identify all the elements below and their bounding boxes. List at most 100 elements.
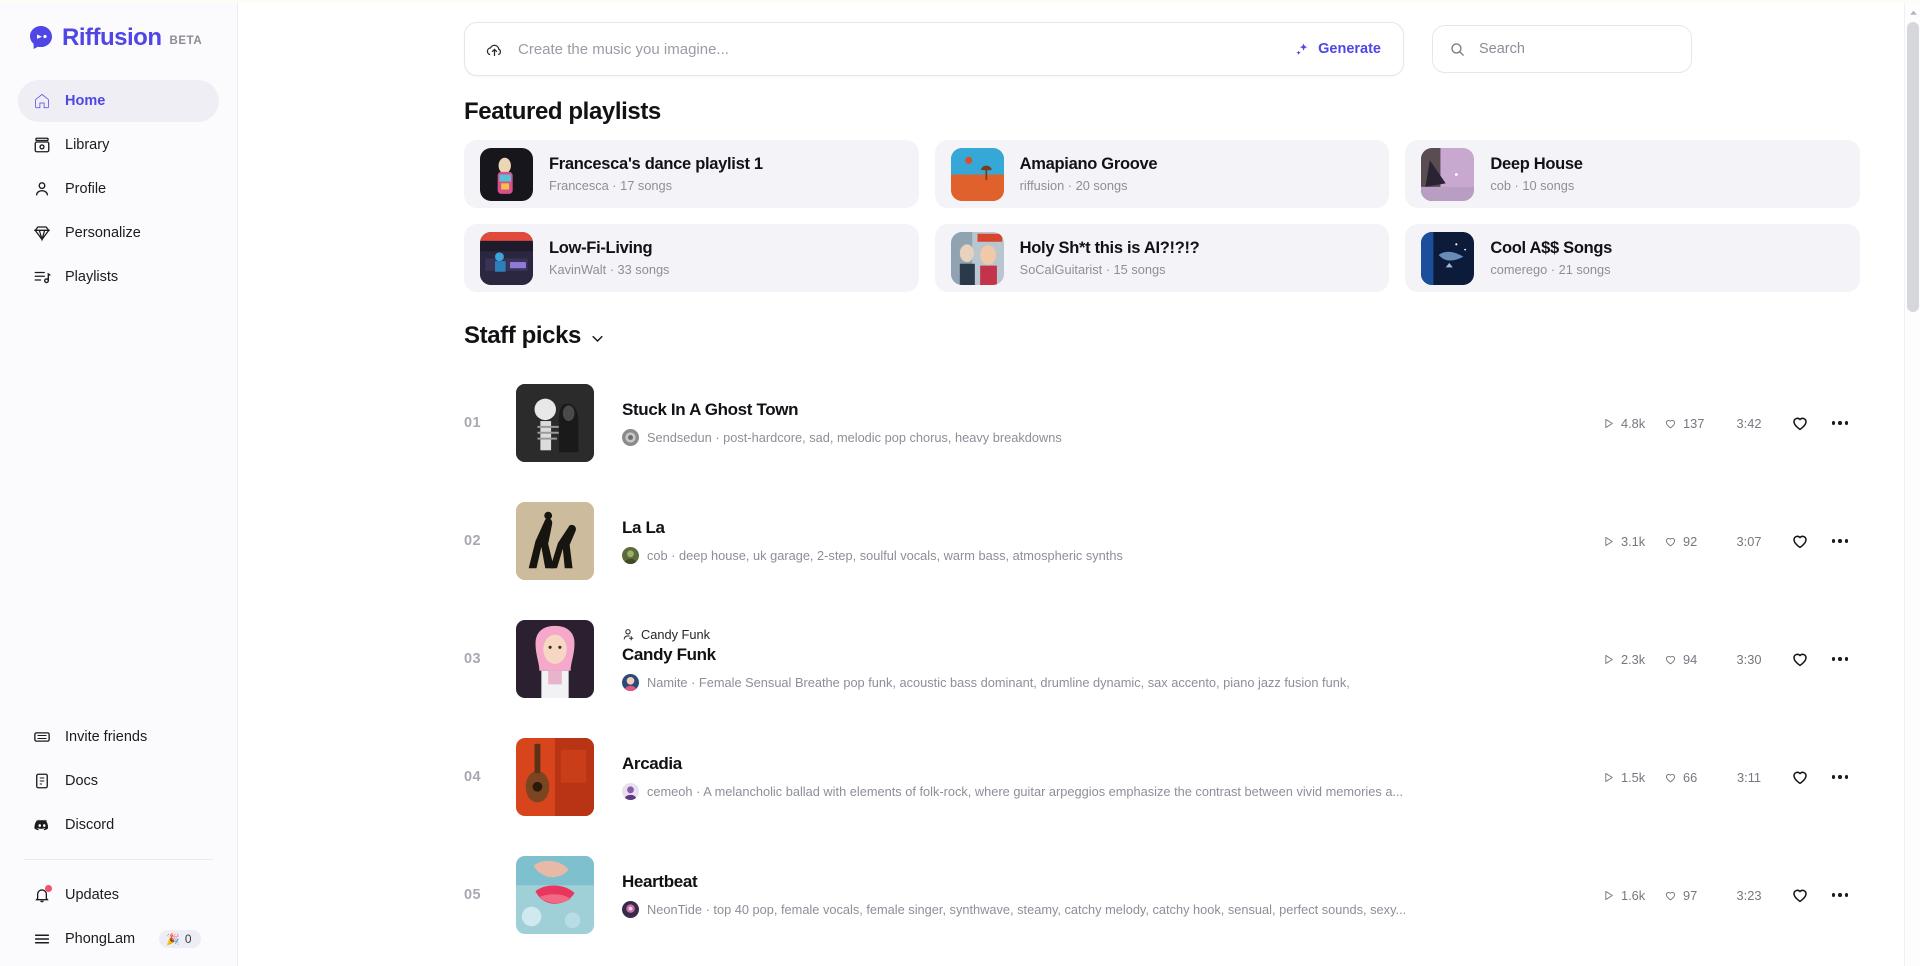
table-row[interactable]: 02 La La cob · deep house, uk garage, 2-… (464, 482, 1860, 600)
more-options-icon (1831, 657, 1849, 661)
table-row[interactable]: 01 Stuck In A Ghost Town Sendsedun · pos… (464, 364, 1860, 482)
credits-badge[interactable]: 🎉 0 (159, 930, 201, 948)
profile-icon (32, 180, 51, 199)
playlist-icon (32, 268, 51, 287)
track-actions: 1.5k 66 3:11 (1602, 757, 1860, 797)
sidebar-item-user[interactable]: PhongLam 🎉 0 (18, 918, 219, 960)
sidebar-item-home[interactable]: Home (18, 80, 219, 122)
play-icon (1605, 890, 1613, 900)
track-title: Arcadia (622, 754, 682, 773)
track-artwork[interactable] (516, 502, 594, 580)
sidebar-divider (24, 859, 213, 860)
track-duration: 3:11 (1737, 769, 1761, 785)
library-icon (32, 136, 51, 155)
track-artwork[interactable] (516, 856, 594, 934)
scrollbar-thumb[interactable] (1907, 22, 1919, 312)
sidebar-item-personalize[interactable]: Personalize (18, 212, 219, 254)
search-box[interactable] (1432, 25, 1692, 73)
track-meta: Sendsedun · post-hardcore, sad, melodic … (622, 429, 1576, 446)
sidebar-item-discord[interactable]: Discord (18, 804, 219, 846)
favorite-button[interactable] (1780, 403, 1820, 443)
prompt-input[interactable] (518, 40, 1291, 58)
sidebar-item-label: Library (65, 137, 110, 153)
track-number: 05 (464, 887, 481, 903)
track-artwork[interactable] (516, 738, 594, 816)
sidebar-item-library[interactable]: Library (18, 124, 219, 166)
track-meta-text: NeonTide · top 40 pop, female vocals, fe… (647, 902, 1407, 917)
track-meta: Namite · Female Sensual Breathe pop funk… (622, 674, 1576, 691)
heart-icon (1665, 537, 1676, 546)
heart-icon (1665, 773, 1676, 782)
play-count: 1.5k (1602, 770, 1664, 785)
more-options-button[interactable] (1820, 875, 1860, 915)
sidebar-item-label: Invite friends (65, 729, 148, 745)
playlist-artwork (1421, 231, 1475, 285)
playlist-card[interactable]: Low-Fi-Living KavinWalt · 33 songs (464, 224, 919, 292)
upload-cloud-icon (486, 44, 502, 56)
scroll-up-arrow[interactable] (1905, 5, 1920, 19)
playlist-card[interactable]: Holy Sh*t this is AI?!?!? SoCalGuitarist… (934, 224, 1390, 292)
play-count: 4.8k (1602, 416, 1664, 431)
sidebar-item-profile[interactable]: Profile (18, 168, 219, 210)
play-count: 1.6k (1602, 888, 1664, 903)
staff-picks-title: Staff picks (464, 322, 581, 349)
table-row[interactable]: 04 Arcadia cemeoh · A melancholic ballad… (464, 718, 1860, 836)
track-meta: NeonTide · top 40 pop, female vocals, fe… (622, 901, 1576, 918)
heart-icon (1665, 419, 1676, 428)
staff-picks-header[interactable]: Staff picks (464, 322, 1860, 350)
like-count: 94 (1664, 652, 1718, 667)
more-options-button[interactable] (1820, 757, 1860, 797)
more-options-icon (1831, 893, 1849, 897)
playlist-card[interactable]: Deep House cob · 10 songs (1405, 140, 1860, 208)
playlist-card[interactable]: Francesca's dance playlist 1 Francesca ·… (464, 140, 919, 208)
sidebar-item-updates[interactable]: Updates (18, 874, 219, 916)
chevron-down-icon[interactable] (590, 331, 605, 346)
playlist-card[interactable]: Amapiano Groove riffusion · 20 songs (934, 140, 1390, 208)
playlist-card[interactable]: Cool A$$ Songs comerego · 21 songs (1405, 224, 1860, 292)
sidebar-item-invite-friends[interactable]: Invite friends (18, 716, 219, 758)
sidebar-item-playlists[interactable]: Playlists (18, 256, 219, 298)
main-content: Generate Featured playlists (238, 0, 1920, 966)
track-collab-label: Candy Funk (641, 627, 710, 642)
search-input[interactable] (1479, 41, 1675, 57)
brand[interactable]: Riffusion BETA (18, 0, 219, 76)
favorite-button[interactable] (1780, 757, 1820, 797)
more-options-button[interactable] (1820, 521, 1860, 561)
track-title: Heartbeat (622, 872, 698, 891)
table-row[interactable]: 05 Heartbeat NeonTide · top 40 pop, fema… (464, 836, 1860, 954)
vertical-scrollbar[interactable] (1904, 0, 1920, 966)
playlist-artwork (950, 231, 1004, 285)
content-scroll-area: Featured playlists Francesca's dance pla… (238, 80, 1920, 954)
more-options-button[interactable] (1820, 403, 1860, 443)
track-artwork[interactable] (516, 384, 594, 462)
track-info: Stuck In A Ghost Town Sendsedun · post-h… (622, 400, 1602, 446)
generate-button[interactable]: Generate (1290, 37, 1385, 62)
document-icon (32, 772, 51, 791)
track-info: La La cob · deep house, uk garage, 2-ste… (622, 518, 1602, 564)
favorite-button[interactable] (1780, 521, 1820, 561)
track-title: Stuck In A Ghost Town (622, 400, 799, 419)
prompt-bar[interactable]: Generate (464, 22, 1404, 76)
track-number: 02 (464, 533, 481, 549)
favorite-button[interactable] (1780, 639, 1820, 679)
track-duration: 3:30 (1736, 651, 1762, 667)
like-count: 92 (1664, 534, 1718, 549)
like-count: 137 (1664, 416, 1718, 431)
avatar (622, 901, 639, 918)
sidebar-item-label: Home (65, 93, 106, 109)
table-row[interactable]: 03 Candy Funk Candy Funk Namite · Female… (464, 600, 1860, 718)
sidebar-item-label: Personalize (65, 225, 141, 241)
sidebar-item-docs[interactable]: Docs (18, 760, 219, 802)
track-artwork[interactable] (516, 620, 594, 698)
staff-picks-track-list: 01 Stuck In A Ghost Town Sendsedun · pos… (464, 364, 1860, 954)
favorite-button[interactable] (1780, 875, 1820, 915)
play-count: 2.3k (1602, 652, 1664, 667)
sidebar-item-label: Playlists (65, 269, 119, 285)
track-actions: 1.6k 97 3:23 (1602, 875, 1860, 915)
track-info: Candy Funk Candy Funk Namite · Female Se… (622, 627, 1602, 691)
more-options-button[interactable] (1820, 639, 1860, 679)
playlist-text: Holy Sh*t this is AI?!?!? SoCalGuitarist… (1020, 239, 1200, 277)
bell-icon (32, 884, 52, 905)
track-meta-text: Sendsedun · post-hardcore, sad, melodic … (647, 430, 1062, 445)
playlist-artwork (950, 147, 1004, 201)
